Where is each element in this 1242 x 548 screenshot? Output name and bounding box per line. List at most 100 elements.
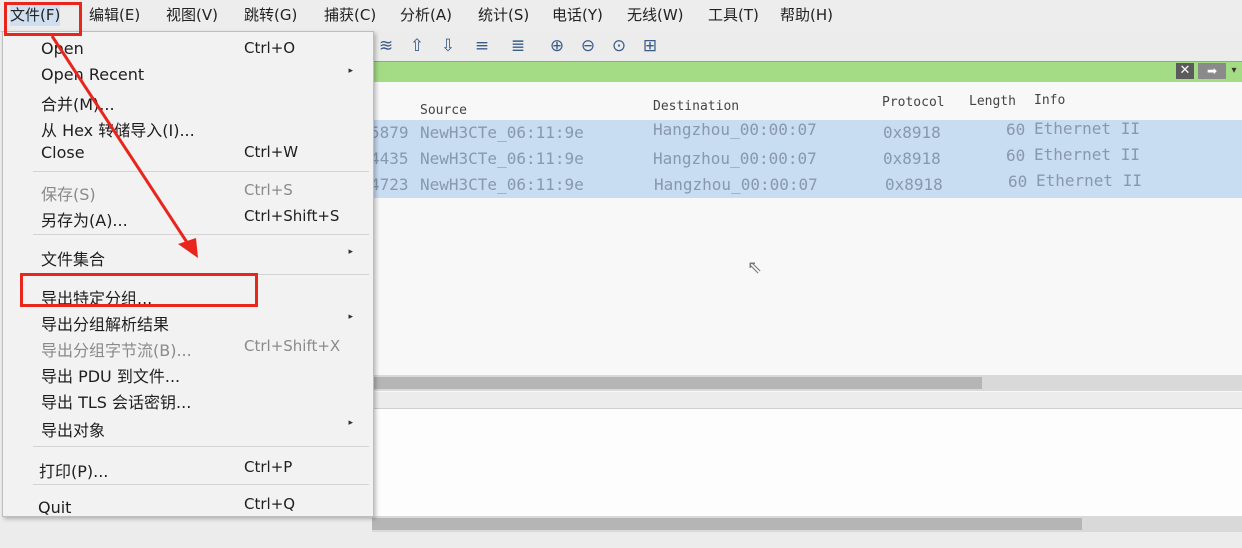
file-menu-dropdown: Open Ctrl+O Open Recent ▸ 合并(M)... 从 Hex…: [2, 31, 374, 517]
packet-list-scrollbar[interactable]: [372, 375, 1242, 391]
menu-item-shortcut: Ctrl+O: [244, 39, 296, 57]
menu-item-label: 导出 TLS 会话密钥...: [41, 393, 192, 412]
cell-info: Ethernet II: [1034, 119, 1140, 138]
menu-item-save-as[interactable]: 另存为(A)... Ctrl+Shift+S: [3, 204, 373, 230]
clear-filter-icon[interactable]: ✕: [1176, 63, 1194, 79]
col-header-length[interactable]: Length: [969, 94, 1016, 109]
submenu-arrow-icon: ▸: [348, 312, 353, 322]
menu-item-label: 文件集合: [41, 250, 106, 269]
cell-protocol: 0x8918: [885, 175, 943, 194]
menu-separator: [33, 234, 369, 235]
menu-edit[interactable]: 编辑(E): [89, 4, 140, 26]
menu-analyze[interactable]: 分析(A): [400, 4, 452, 26]
menubar: 文件(F) 编辑(E) 视图(V) 跳转(G) 捕获(C) 分析(A) 统计(S…: [0, 0, 1242, 32]
zoom-out-icon[interactable]: ⊖: [576, 34, 600, 58]
scrollbar-thumb[interactable]: [372, 518, 1082, 530]
cell-source: NewH3CTe_06:11:9e: [420, 175, 584, 194]
menu-separator: [33, 446, 369, 447]
menu-item-label: 导出对象: [41, 421, 106, 440]
cell-length: 60: [1006, 146, 1026, 165]
cell-time: 4723: [370, 175, 409, 194]
cell-destination: Hangzhou_00:00:07: [653, 149, 817, 168]
menu-tools[interactable]: 工具(T): [708, 4, 759, 26]
menu-item-label: 合并(M)...: [41, 95, 115, 114]
go-first-icon[interactable]: ⇧: [405, 34, 429, 58]
menu-file[interactable]: 文件(F): [10, 4, 61, 26]
menu-item-print[interactable]: 打印(P)... Ctrl+P: [3, 455, 373, 481]
col-header-protocol[interactable]: Protocol: [882, 95, 945, 110]
menu-item-export-specified-packets[interactable]: 导出特定分组...: [3, 282, 373, 308]
cell-source: NewH3CTe_06:11:9e: [420, 123, 584, 142]
table-row[interactable]: 4723 NewH3CTe_06:11:9e Hangzhou_00:00:07…: [370, 171, 1242, 198]
zoom-normal-icon[interactable]: ⊙: [607, 34, 631, 58]
menu-item-open-recent[interactable]: Open Recent ▸: [3, 62, 373, 88]
menu-item-label: 保存(S): [41, 185, 96, 204]
menu-item-label: Close: [41, 143, 85, 162]
col-header-info[interactable]: Info: [1034, 93, 1065, 108]
menu-item-export-objects[interactable]: 导出对象 ▸: [3, 414, 373, 440]
packet-list[interactable]: Source Destination Protocol Length Info …: [370, 82, 1242, 392]
menu-item-shortcut: Ctrl+S: [244, 181, 293, 199]
cell-time: 5879: [370, 123, 409, 142]
go-last-icon[interactable]: ⇩: [436, 34, 460, 58]
menu-item-export-pdu[interactable]: 导出 PDU 到文件...: [3, 360, 373, 386]
filter-dropdown-icon[interactable]: ▾: [1228, 63, 1240, 79]
menu-item-close[interactable]: Close Ctrl+W: [3, 140, 373, 166]
col-header-source[interactable]: Source: [420, 103, 467, 118]
menu-item-import-hex[interactable]: 从 Hex 转储导入(I)...: [3, 114, 373, 140]
cell-destination: Hangzhou_00:00:07: [654, 175, 818, 194]
menu-item-merge[interactable]: 合并(M)...: [3, 88, 373, 114]
cell-info: Ethernet II: [1034, 145, 1140, 164]
packet-details-pane[interactable]: [372, 408, 1242, 517]
submenu-arrow-icon: ▸: [348, 418, 353, 428]
autoscroll-icon[interactable]: ≡: [470, 34, 494, 58]
menu-item-label: Open: [41, 39, 84, 58]
colorize-icon[interactable]: ≋: [374, 34, 398, 58]
scrollbar-thumb[interactable]: [372, 377, 982, 389]
menu-help[interactable]: 帮助(H): [780, 4, 833, 26]
table-row[interactable]: 4435 NewH3CTe_06:11:9e Hangzhou_00:00:07…: [370, 145, 1242, 172]
cell-protocol: 0x8918: [883, 123, 941, 142]
menu-item-save[interactable]: 保存(S) Ctrl+S: [3, 178, 373, 204]
menu-item-label: 导出分组解析结果: [41, 315, 170, 334]
menu-wireless[interactable]: 无线(W): [627, 4, 684, 26]
menu-item-quit[interactable]: Quit Ctrl+Q: [3, 495, 373, 521]
cell-destination: Hangzhou_00:00:07: [653, 120, 817, 139]
menu-separator: [33, 274, 369, 275]
menu-item-label: Quit: [38, 498, 72, 517]
cell-protocol: 0x8918: [883, 149, 941, 168]
menu-view[interactable]: 视图(V): [166, 4, 218, 26]
menu-capture[interactable]: 捕获(C): [324, 4, 376, 26]
submenu-arrow-icon: ▸: [348, 247, 353, 257]
submenu-arrow-icon: ▸: [348, 66, 353, 76]
menu-item-export-dissections[interactable]: 导出分组解析结果 ▸: [3, 308, 373, 334]
cell-info: Ethernet II: [1036, 171, 1142, 190]
menu-item-label: 导出 PDU 到文件...: [41, 367, 181, 386]
mouse-cursor-icon: ⇖: [747, 257, 763, 278]
menu-separator: [33, 171, 369, 172]
table-row[interactable]: 5879 NewH3CTe_06:11:9e Hangzhou_00:00:07…: [370, 119, 1242, 146]
col-header-destination[interactable]: Destination: [653, 99, 739, 114]
menu-telephony[interactable]: 电话(Y): [552, 4, 603, 26]
menu-separator: [33, 484, 369, 485]
menu-item-shortcut: Ctrl+Q: [244, 495, 296, 513]
packet-details-scrollbar[interactable]: [372, 516, 1242, 532]
menu-item-label: 导出分组字节流(B)...: [41, 341, 192, 360]
menu-item-open[interactable]: Open Ctrl+O: [3, 36, 373, 62]
menu-item-label: Open Recent: [41, 65, 145, 84]
menu-item-shortcut: Ctrl+P: [244, 458, 293, 476]
menu-item-shortcut: Ctrl+Shift+S: [244, 207, 340, 225]
menu-item-file-set[interactable]: 文件集合 ▸: [3, 243, 373, 269]
cell-time: 4435: [370, 149, 409, 168]
menu-item-export-tls-keys[interactable]: 导出 TLS 会话密钥...: [3, 386, 373, 412]
menu-item-export-packet-bytes[interactable]: 导出分组字节流(B)... Ctrl+Shift+X: [3, 334, 373, 360]
zoom-in-icon[interactable]: ⊕: [545, 34, 569, 58]
menu-item-label: 从 Hex 转储导入(I)...: [41, 121, 195, 140]
menu-go[interactable]: 跳转(G): [244, 4, 297, 26]
menu-statistics[interactable]: 统计(S): [478, 4, 529, 26]
apply-filter-icon[interactable]: ➡: [1198, 63, 1226, 79]
resize-columns-icon[interactable]: ⊞: [638, 34, 662, 58]
colorize-rows-icon[interactable]: ≣: [506, 34, 530, 58]
display-filter-bar[interactable]: ✕ ➡ ▾: [372, 61, 1242, 83]
cell-length: 60: [1008, 172, 1028, 191]
